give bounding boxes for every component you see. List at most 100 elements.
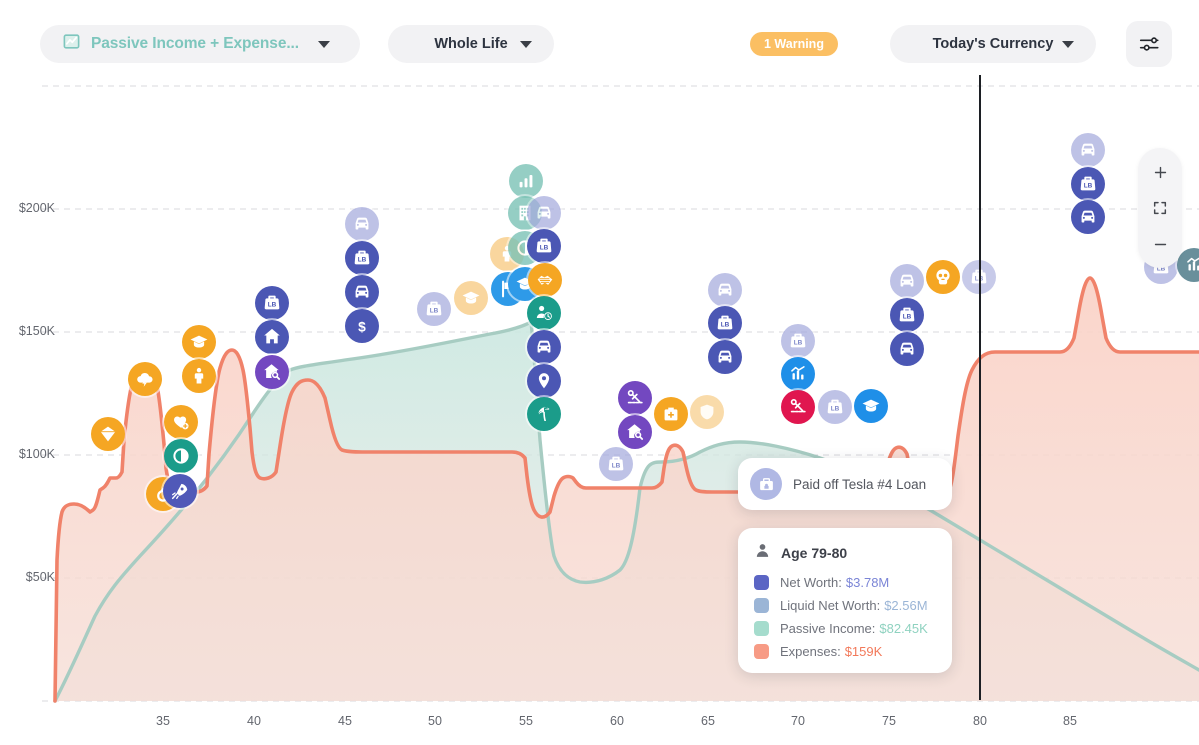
warning-badge[interactable]: 1 Warning (750, 32, 838, 56)
event-marker-bag-loan[interactable]: LB (818, 390, 852, 424)
event-marker-home-search[interactable] (255, 355, 289, 389)
event-marker-skull[interactable] (926, 260, 960, 294)
car-icon (351, 281, 373, 303)
svg-text:LB: LB (794, 340, 803, 347)
current-age-playhead (979, 75, 981, 700)
event-marker-graduation[interactable] (182, 325, 216, 359)
event-marker-shield[interactable] (690, 395, 724, 429)
currency-selector[interactable]: Today's Currency (890, 25, 1096, 63)
svg-text:LB: LB (721, 322, 730, 329)
car-icon (714, 346, 736, 368)
event-marker-car[interactable] (890, 332, 924, 366)
event-marker-person-clock[interactable] (527, 296, 561, 330)
svg-text:LB: LB (358, 257, 367, 264)
event-marker-bar-chart[interactable] (509, 164, 543, 198)
event-marker-bag-loan[interactable]: LB (599, 447, 633, 481)
svg-text:LB: LB (612, 463, 621, 470)
bag-loan-icon: LB (351, 247, 373, 269)
event-marker-graduation[interactable] (854, 389, 888, 423)
event-marker-car[interactable] (527, 196, 561, 230)
fit-to-screen-button[interactable] (1143, 193, 1177, 223)
event-marker-car[interactable] (345, 207, 379, 241)
event-marker-car[interactable] (708, 340, 742, 374)
x-axis-tick-65: 65 (688, 714, 728, 728)
event-marker-stats[interactable] (781, 357, 815, 391)
event-marker-graduation[interactable] (454, 281, 488, 315)
event-marker-cloud-bolt[interactable] (128, 362, 162, 396)
medkit-icon (660, 403, 682, 425)
bag-loan-icon: LB (423, 298, 445, 320)
life-span-selector[interactable]: Whole Life (388, 25, 554, 63)
event-marker-dollar[interactable]: $ (345, 309, 379, 343)
x-axis-tick-75: 75 (869, 714, 909, 728)
home-search-icon (624, 421, 646, 443)
svg-text:LB: LB (430, 308, 439, 315)
line-chart-icon (62, 32, 81, 56)
car-icon (714, 279, 736, 301)
event-marker-home[interactable] (255, 320, 289, 354)
expenses-swatch (754, 644, 769, 659)
stats-icon (1183, 254, 1199, 276)
diamond-icon (97, 423, 119, 445)
warning-label: 1 Warning (764, 37, 824, 51)
chart-type-selector[interactable]: Passive Income + Expense... (40, 25, 360, 63)
net-worth-value: $3.78M (846, 575, 889, 590)
event-marker-car[interactable] (708, 273, 742, 307)
person-stand-icon (188, 365, 210, 387)
car-icon (1077, 206, 1099, 228)
x-axis-tick-50: 50 (415, 714, 455, 728)
financial-area-chart (0, 0, 1199, 745)
event-marker-pin[interactable] (527, 364, 561, 398)
heart-plus-icon (170, 411, 192, 433)
zoom-in-button[interactable] (1143, 157, 1177, 187)
event-marker-bag-loan[interactable]: LB (345, 241, 379, 275)
event-marker-bag-loan[interactable]: LB (527, 229, 561, 263)
car-icon (351, 213, 373, 235)
svg-text:$: $ (358, 320, 366, 335)
car-icon (896, 270, 918, 292)
liquid-net-worth-label: Liquid Net Worth: (780, 598, 880, 613)
contrast-icon (170, 445, 192, 467)
cloud-bolt-icon (134, 368, 156, 390)
home-search-icon (261, 361, 283, 383)
passive-income-swatch (754, 621, 769, 636)
event-marker-car[interactable] (527, 330, 561, 364)
bar-chart-icon (515, 170, 537, 192)
event-marker-rocket[interactable] (163, 474, 197, 508)
event-marker-contrast[interactable] (164, 439, 198, 473)
graduation-icon (188, 331, 210, 353)
event-marker-heart-plus[interactable] (164, 405, 198, 439)
event-tooltip-text: Paid off Tesla #4 Loan (793, 477, 926, 492)
event-marker-scissors[interactable] (781, 390, 815, 424)
settings-button[interactable] (1126, 21, 1172, 67)
car-icon (896, 338, 918, 360)
event-marker-bag-loan[interactable]: LB (781, 324, 815, 358)
event-marker-car[interactable] (890, 264, 924, 298)
event-marker-bag-loan[interactable]: LB (1071, 167, 1105, 201)
event-marker-bag-loan[interactable]: LB (708, 306, 742, 340)
event-marker-medkit[interactable] (654, 397, 688, 431)
event-marker-car[interactable] (1071, 200, 1105, 234)
x-axis-tick-55: 55 (506, 714, 546, 728)
event-marker-person-stand[interactable] (182, 359, 216, 393)
data-tooltip-header: Age 79-80 (754, 542, 936, 564)
event-marker-home-search[interactable] (618, 415, 652, 449)
zoom-out-button[interactable] (1143, 229, 1177, 259)
event-marker-scissors[interactable] (618, 381, 652, 415)
svg-text:LB: LB (831, 406, 840, 413)
event-marker-diamond[interactable] (91, 417, 125, 451)
tooltip-row-expenses: Expenses: $159K (754, 644, 936, 659)
x-axis-tick-60: 60 (597, 714, 637, 728)
bag-loan-icon: LB (714, 312, 736, 334)
event-marker-bag-loan[interactable]: LB (255, 286, 289, 320)
palm-icon (533, 403, 555, 425)
event-marker-car[interactable] (345, 275, 379, 309)
event-marker-car[interactable] (1071, 133, 1105, 167)
event-marker-palm[interactable] (527, 397, 561, 431)
event-marker-bag-loan[interactable]: LB (890, 298, 924, 332)
x-axis-tick-70: 70 (778, 714, 818, 728)
event-marker-handshake[interactable] (528, 263, 562, 297)
event-marker-bag-loan[interactable]: LB (417, 292, 451, 326)
tooltip-row-passive-income: Passive Income: $82.45K (754, 621, 936, 636)
bag-loan-icon: LB (896, 304, 918, 326)
